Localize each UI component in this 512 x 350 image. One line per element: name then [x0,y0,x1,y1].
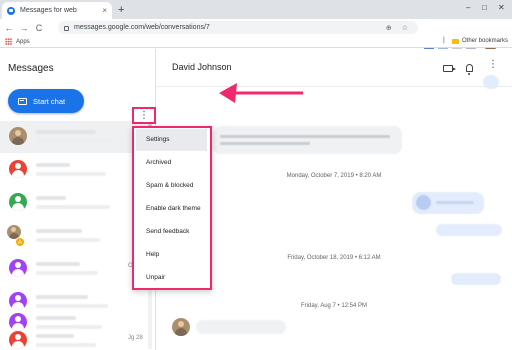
apps-shortcut[interactable]: Apps [5,38,30,45]
bookmarks-bar: Apps | Other bookmarks [0,36,512,48]
forward-icon[interactable]: → [18,23,30,33]
browser-tab[interactable]: Messages for web × [2,2,112,19]
apps-grid-icon [5,38,12,45]
bookmark-star-icon[interactable]: ⊕ ☆ [386,24,412,32]
folder-icon [452,38,459,44]
url-text: messages.google.com/web/conversations/7 [74,24,210,31]
other-bookmarks[interactable]: Other bookmarks [452,38,508,44]
new-tab-button[interactable]: + [118,3,124,17]
apps-label: Apps [16,38,30,45]
bookmarks-separator: | [443,37,445,44]
window-close-icon[interactable]: ✕ [498,3,505,12]
maximize-icon[interactable]: □ [482,3,487,12]
back-icon[interactable]: ← [3,23,15,33]
tab-close-icon[interactable]: × [102,6,107,15]
tab-title: Messages for web [20,7,77,14]
browser-toolbar: ← → C messages.google.com/web/conversati… [0,19,512,52]
messages-app: Messages Start chat A Jg 28 David Johnso… [0,49,512,350]
other-bookmarks-label: Other bookmarks [462,38,509,44]
reload-icon[interactable]: C [33,23,45,33]
minimize-icon[interactable]: – [466,3,470,12]
annotation-arrow [219,83,303,103]
annotation-arrow-head [219,83,237,103]
address-bar[interactable]: messages.google.com/web/conversations/7 … [58,21,418,34]
browser-tab-strip: Messages for web × + – □ ✕ [0,0,512,19]
messages-favicon-icon [7,6,15,15]
lock-icon [64,26,69,31]
